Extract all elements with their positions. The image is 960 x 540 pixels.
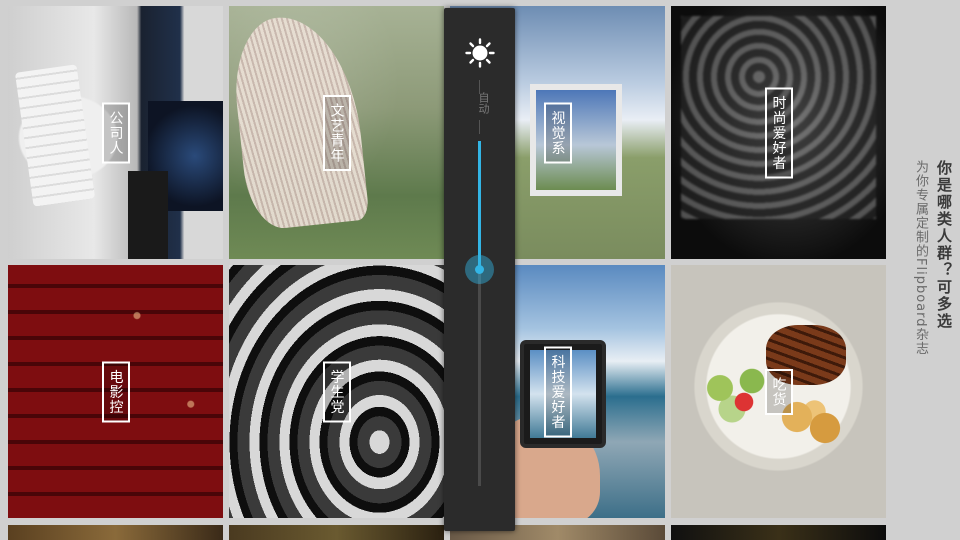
- brightness-slider[interactable]: [465, 141, 494, 486]
- tile-office-worker[interactable]: 公司人: [8, 6, 223, 259]
- tile-image: [671, 525, 886, 540]
- tile-partial[interactable]: [8, 525, 223, 540]
- tile-label: 吃货: [764, 368, 793, 415]
- page-subtitle: 为你专属定制的Flipboard杂志: [913, 160, 928, 356]
- tile-fashion[interactable]: 时尚爱好者: [671, 6, 886, 259]
- tile-movie-fan[interactable]: 电影控: [8, 265, 223, 518]
- tile-label: 学生党: [322, 361, 351, 422]
- tile-label: 时尚爱好者: [764, 87, 793, 178]
- divider: [479, 120, 480, 134]
- tile-label: 电影控: [101, 361, 130, 422]
- tile-image: [8, 525, 223, 540]
- tile-foodie[interactable]: 吃货: [671, 265, 886, 518]
- tile-image: [229, 525, 444, 540]
- page-heading: 你是哪类人群？可多选 为你专属定制的Flipboard杂志: [895, 160, 955, 420]
- tile-partial[interactable]: [229, 525, 444, 540]
- auto-brightness-toggle[interactable]: 自动: [467, 92, 491, 114]
- tile-label: 科技爱好者: [543, 346, 572, 437]
- tile-student[interactable]: 学生党: [229, 265, 444, 518]
- screen: 公司人 文艺青年 视觉系 时尚爱好者 电影控 学生党 科技爱好者 吃货 你是哪类…: [0, 0, 960, 540]
- brightness-slider-fill: [478, 141, 481, 269]
- tile-partial[interactable]: [671, 525, 886, 540]
- sun-icon[interactable]: [465, 38, 495, 68]
- tile-literary-youth[interactable]: 文艺青年: [229, 6, 444, 259]
- page-title: 你是哪类人群？可多选: [935, 160, 953, 330]
- tile-label: 文艺青年: [322, 94, 351, 171]
- brightness-slider-thumb[interactable]: [465, 254, 494, 284]
- tile-label: 视觉系: [543, 102, 572, 163]
- brightness-panel: 自动: [444, 8, 515, 531]
- tile-label: 公司人: [101, 102, 130, 163]
